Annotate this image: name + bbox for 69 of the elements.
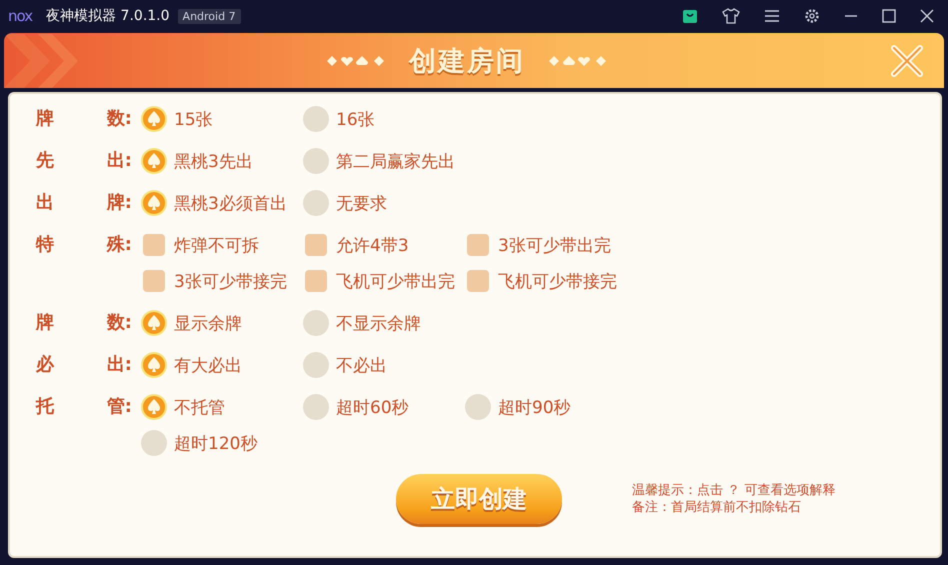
option-text: 显示余牌 xyxy=(174,312,242,334)
spade-radio[interactable] xyxy=(140,147,168,175)
option-text: 15张 xyxy=(174,108,213,130)
option-label: 特 xyxy=(36,233,54,257)
checkbox[interactable] xyxy=(143,270,165,292)
option-text: 有大必出 xyxy=(174,354,242,376)
window-title: 夜神模拟器 7.0.1.0 xyxy=(46,7,170,25)
hint-text: 温馨提示：点击 ？ 可查看选项解释 xyxy=(632,482,836,499)
option-text: 飞机可少带接完 xyxy=(498,270,617,292)
option-text: 炸弹不可拆 xyxy=(174,234,259,256)
radio-button[interactable] xyxy=(302,351,330,379)
option-label: 牌 xyxy=(36,311,54,335)
maximize-icon[interactable] xyxy=(882,9,896,23)
suits-drawing xyxy=(547,54,609,68)
option-label: 殊: xyxy=(106,233,132,257)
option-label: 出: xyxy=(106,353,132,377)
option-text: 飞机可少带出完 xyxy=(336,270,455,292)
hint-text: 备注：首局结算前不扣除钻石 xyxy=(632,499,802,516)
option-text: 第二局赢家先出 xyxy=(336,150,455,172)
checkbox[interactable] xyxy=(467,234,489,256)
checkbox[interactable] xyxy=(467,270,489,292)
spade-radio[interactable] xyxy=(140,309,168,337)
radio-button[interactable] xyxy=(302,147,330,175)
create-button[interactable]: 立即创建 xyxy=(396,474,562,524)
option-text: 黑桃3先出 xyxy=(174,150,253,172)
option-label: 管: xyxy=(106,395,132,419)
radio-button[interactable] xyxy=(464,393,492,421)
option-text: 超时120秒 xyxy=(174,432,258,454)
version-badge: Android 7 xyxy=(178,8,241,24)
option-text: 允许4带3 xyxy=(336,234,409,256)
radio-button[interactable] xyxy=(302,189,330,217)
option-label: 出 xyxy=(36,191,54,215)
radio-button[interactable] xyxy=(302,105,330,133)
option-text: 不托管 xyxy=(174,396,225,418)
close-icon[interactable] xyxy=(920,9,934,23)
menu-icon[interactable] xyxy=(764,9,780,23)
option-label: 牌: xyxy=(106,191,132,215)
option-text: 16张 xyxy=(336,108,375,130)
spade-radio[interactable] xyxy=(140,351,168,379)
spade-radio[interactable] xyxy=(140,189,168,217)
settings-icon[interactable] xyxy=(804,8,820,24)
suits-drawing xyxy=(325,54,387,68)
option-text: 黑桃3必须首出 xyxy=(174,192,287,214)
option-label: 先 xyxy=(36,149,54,173)
bag-icon[interactable] xyxy=(682,8,698,24)
radio-button[interactable] xyxy=(302,309,330,337)
option-text: 3张可少带出完 xyxy=(498,234,611,256)
option-label: 数: xyxy=(106,311,132,335)
spade-radio[interactable] xyxy=(140,105,168,133)
option-label: 托 xyxy=(36,395,54,419)
checkbox[interactable] xyxy=(143,234,165,256)
option-label: 必 xyxy=(36,353,54,377)
option-label: 数: xyxy=(106,107,132,131)
radio-button[interactable] xyxy=(140,429,168,457)
shirt-icon[interactable] xyxy=(722,8,740,24)
option-text: 不必出 xyxy=(336,354,387,376)
dialog-title: 创建房间 xyxy=(409,44,525,78)
option-text: 无要求 xyxy=(336,192,387,214)
checkbox[interactable] xyxy=(305,234,327,256)
spade-radio[interactable] xyxy=(140,393,168,421)
checkbox[interactable] xyxy=(305,270,327,292)
app-logo: nox xyxy=(8,7,32,25)
radio-button[interactable] xyxy=(302,393,330,421)
option-label: 出: xyxy=(106,149,132,173)
option-text: 3张可少带接完 xyxy=(174,270,287,292)
option-text: 超时90秒 xyxy=(498,396,571,418)
option-label: 牌 xyxy=(36,107,54,131)
option-text: 超时60秒 xyxy=(336,396,409,418)
option-text: 不显示余牌 xyxy=(336,312,421,334)
